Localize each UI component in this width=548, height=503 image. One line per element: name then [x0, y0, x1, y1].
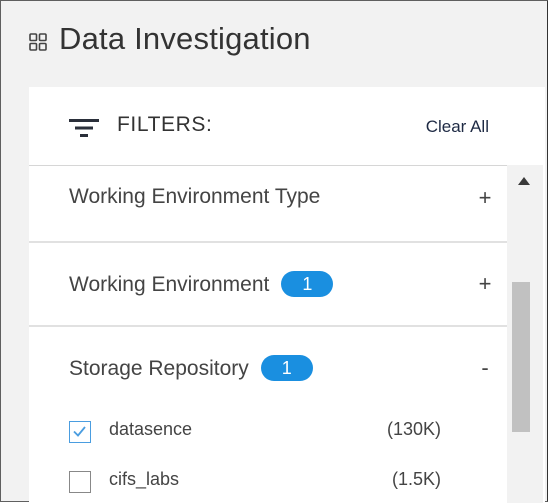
- option-cifs-labs[interactable]: cifs_labs (1.5K): [69, 467, 479, 501]
- filters-label: FILTERS:: [117, 113, 213, 136]
- checkbox-unchecked[interactable]: [69, 471, 91, 493]
- section-storage-repository[interactable]: Storage Repository 1 - datasence (130K) c…: [29, 327, 507, 503]
- option-label: cifs_labs: [109, 469, 180, 489]
- collapse-toggle[interactable]: -: [475, 355, 495, 381]
- section-working-environment[interactable]: Working Environment 1 +: [29, 241, 507, 327]
- option-count: (1.5K): [391, 469, 441, 489]
- section-title-text: Working Environment Type: [69, 185, 321, 208]
- section-title: Working Environment 1: [69, 271, 334, 297]
- count-badge: 1: [281, 271, 334, 297]
- grid-icon: [29, 33, 47, 51]
- option-count: (130K): [386, 419, 441, 439]
- vertical-scrollbar[interactable]: [507, 165, 543, 503]
- checkmark-icon: [73, 426, 86, 437]
- clear-all-button[interactable]: Clear All: [426, 117, 489, 137]
- expand-toggle[interactable]: +: [475, 271, 495, 297]
- filters-panel: FILTERS: Clear All Working Environment T…: [29, 87, 545, 503]
- section-title-text: Working Environment: [69, 273, 270, 296]
- checkbox-checked[interactable]: [69, 421, 91, 443]
- section-working-environment-type[interactable]: Working Environment Type +: [29, 165, 507, 243]
- expand-toggle[interactable]: +: [475, 185, 495, 211]
- option-datasence[interactable]: datasence (130K): [69, 417, 479, 451]
- filters-header: FILTERS: Clear All: [29, 87, 507, 166]
- count-badge: 1: [260, 355, 313, 381]
- option-label: datasence: [109, 419, 193, 439]
- section-title: Working Environment Type: [69, 185, 320, 209]
- scroll-up-arrow-icon[interactable]: [518, 177, 530, 185]
- section-title: Storage Repository 1: [69, 355, 313, 381]
- header: Data Investigation: [1, 1, 547, 87]
- section-title-text: Storage Repository: [69, 357, 249, 380]
- filter-lines-icon: [69, 119, 99, 137]
- data-investigation-window: Data Investigation FILTERS: Clear All Wo…: [0, 0, 548, 503]
- scroll-thumb[interactable]: [512, 282, 530, 432]
- page-title: Data Investigation: [59, 21, 311, 56]
- filter-list: Working Environment Type + Working Envir…: [29, 165, 507, 503]
